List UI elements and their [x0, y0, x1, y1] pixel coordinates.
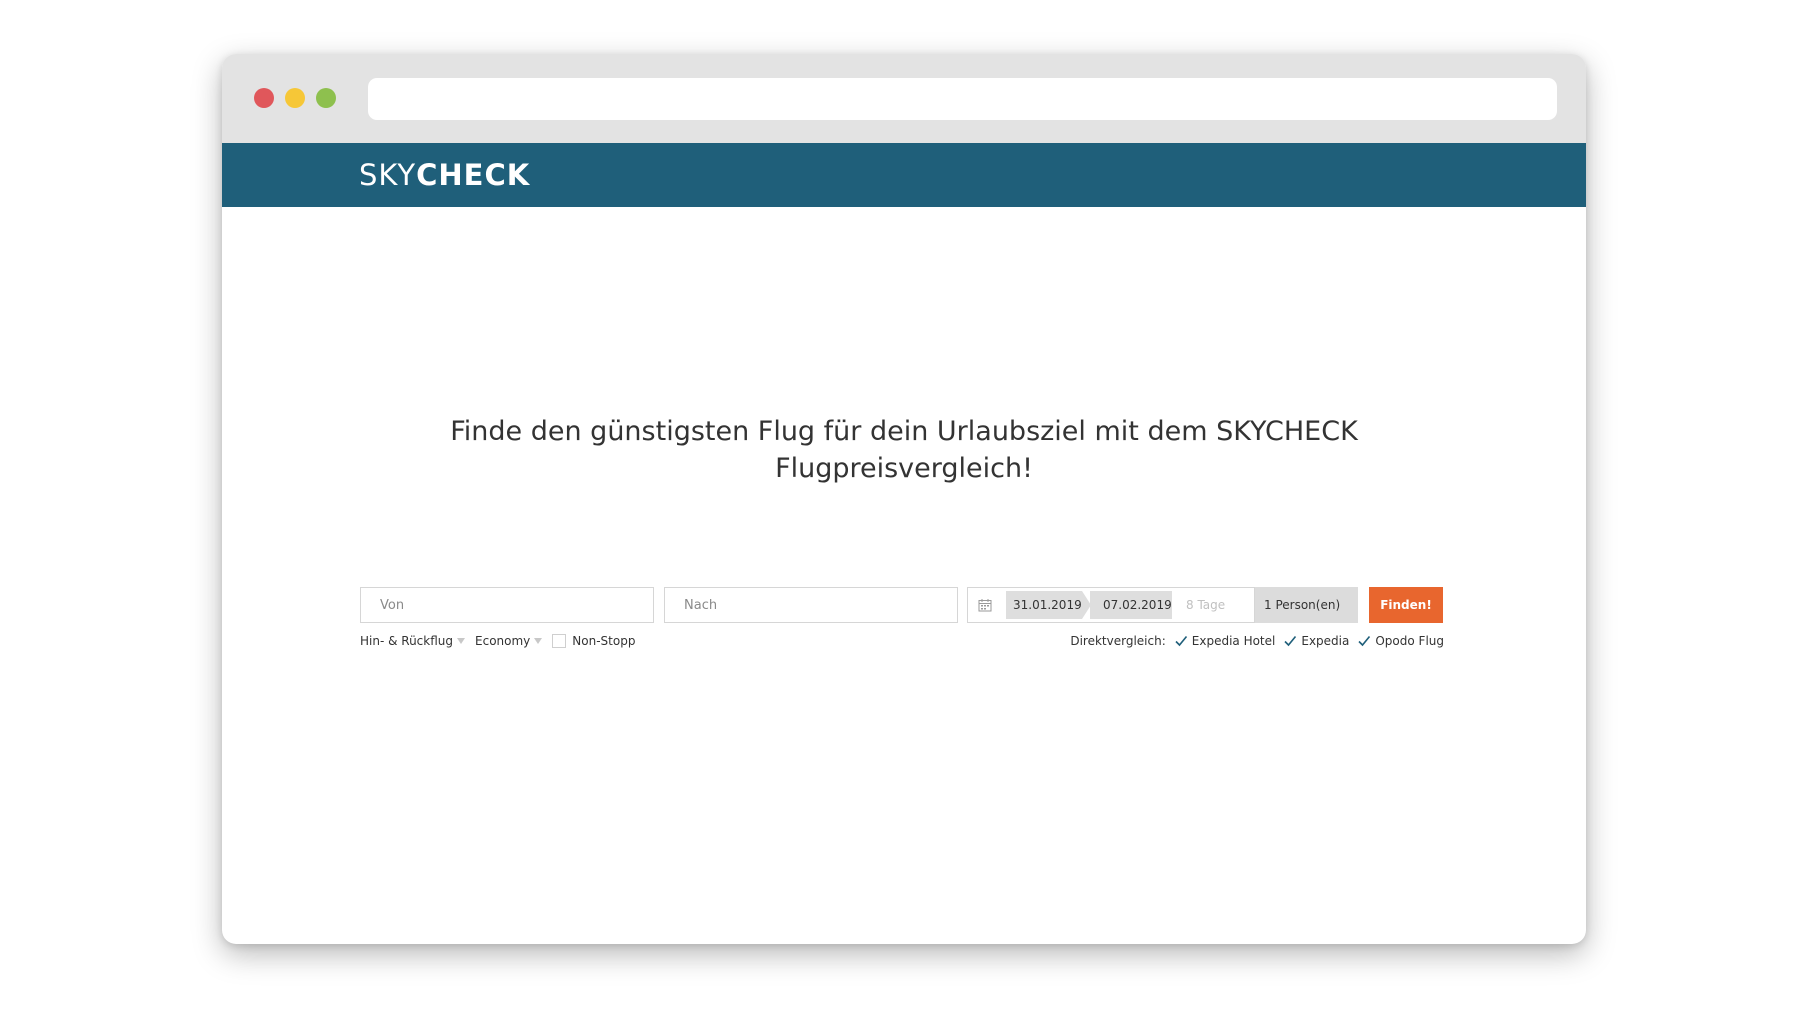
site-header: SKYCHECK	[222, 143, 1586, 207]
checkmark-icon[interactable]	[1283, 634, 1297, 648]
passengers-select[interactable]: 1 Person(en)	[1255, 587, 1358, 623]
cabin-class-label: Economy	[475, 634, 531, 648]
main-content: Finde den günstigsten Flug für dein Urla…	[222, 207, 1586, 944]
checkmark-icon[interactable]	[1357, 634, 1371, 648]
nonstop-checkbox[interactable]	[552, 634, 567, 648]
departure-date[interactable]: 31.01.2019	[1006, 591, 1082, 619]
address-bar[interactable]	[368, 78, 1557, 120]
from-input[interactable]	[360, 587, 654, 623]
find-button[interactable]: Finden!	[1369, 587, 1443, 623]
compare-expedia[interactable]: Expedia	[1283, 634, 1349, 648]
return-date[interactable]: 07.02.2019	[1090, 591, 1172, 619]
maximize-window-button[interactable]	[316, 88, 336, 108]
trip-duration: 8 Tage	[1186, 598, 1226, 612]
minimize-window-button[interactable]	[285, 88, 305, 108]
close-window-button[interactable]	[254, 88, 274, 108]
nonstop-label: Non-Stopp	[572, 634, 636, 648]
compare-opodo-flug[interactable]: Opodo Flug	[1357, 634, 1444, 648]
trip-type-select[interactable]: Hin- & Rückflug	[360, 634, 466, 648]
checkmark-icon[interactable]	[1174, 634, 1188, 648]
date-range-picker[interactable]: 31.01.2019 07.02.2019 8 Tage	[967, 587, 1255, 623]
logo-text-bold: CHECK	[416, 158, 531, 192]
to-input[interactable]	[664, 587, 958, 623]
nonstop-option[interactable]: Non-Stopp	[552, 634, 635, 648]
chevron-down-icon	[457, 638, 466, 644]
compare-expedia-hotel[interactable]: Expedia Hotel	[1174, 634, 1276, 648]
cabin-class-select[interactable]: Economy	[475, 634, 543, 648]
search-options: Hin- & Rückflug Economy Non-Stopp	[360, 631, 645, 651]
trip-type-label: Hin- & Rückflug	[360, 634, 454, 648]
logo-text-light: SKY	[359, 158, 417, 192]
direct-compare: Direktvergleich: Expedia Hotel Expedia O…	[1070, 631, 1444, 651]
chevron-down-icon	[534, 638, 543, 644]
calendar-icon	[978, 599, 992, 612]
compare-item-label: Opodo Flug	[1375, 634, 1444, 648]
compare-item-label: Expedia	[1301, 634, 1350, 648]
skycheck-logo[interactable]: SKYCHECK	[359, 156, 530, 194]
compare-label: Direktvergleich:	[1070, 634, 1166, 648]
browser-chrome	[222, 54, 1586, 143]
compare-item-label: Expedia Hotel	[1191, 634, 1276, 648]
browser-window: SKYCHECK Finde den günstigsten Flug für …	[222, 54, 1586, 944]
page-headline: Finde den günstigsten Flug für dein Urla…	[450, 416, 1358, 484]
